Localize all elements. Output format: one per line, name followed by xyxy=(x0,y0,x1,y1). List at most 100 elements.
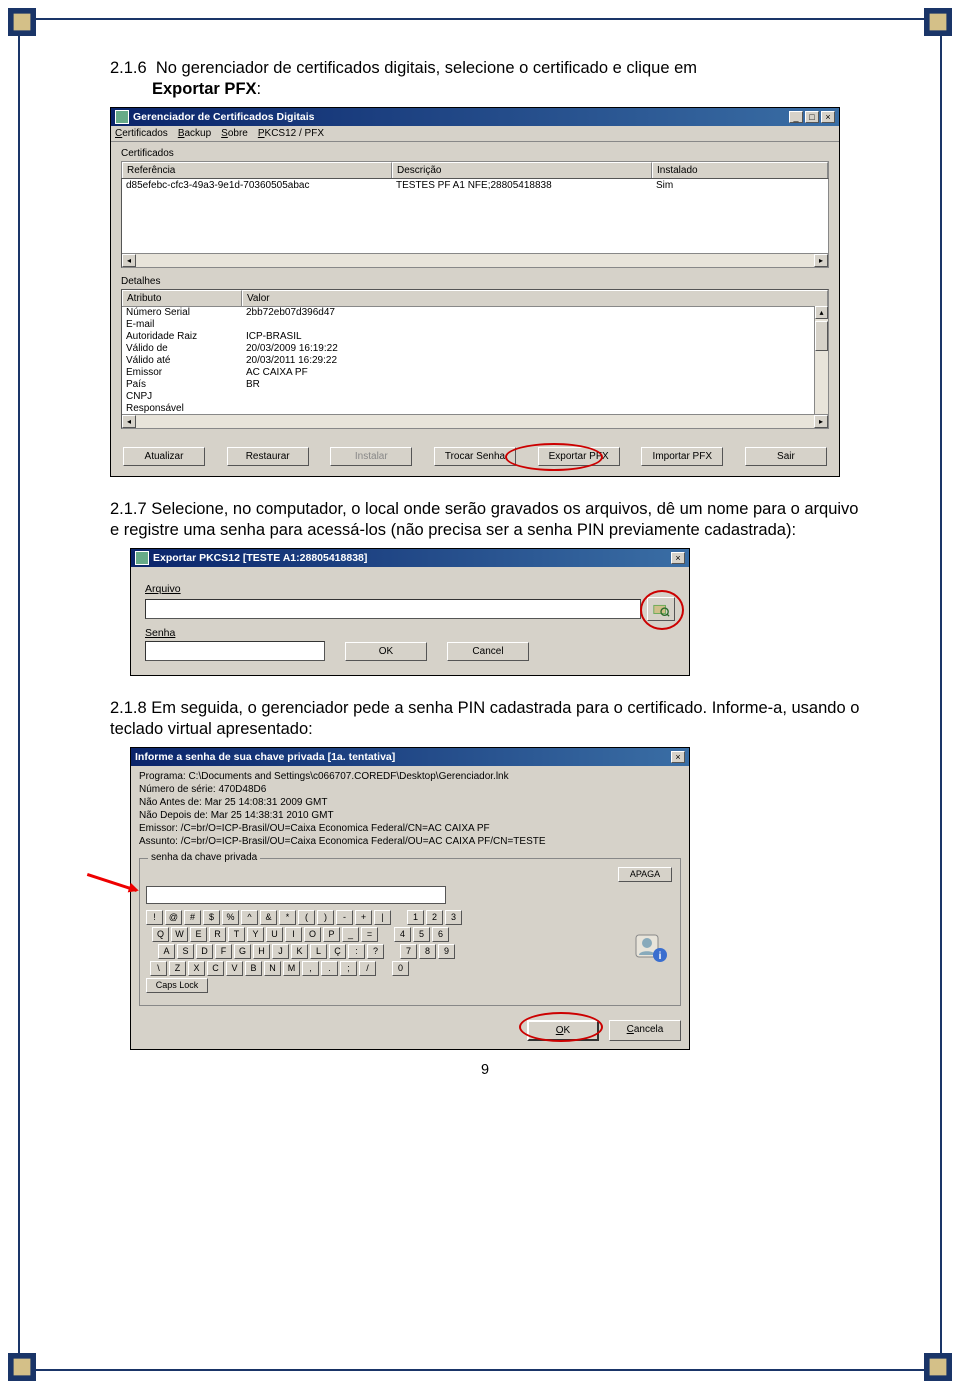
cancel-button[interactable]: Cancel xyxy=(447,642,529,661)
menu-sobre[interactable]: Sobre xyxy=(221,128,248,139)
numpad-key[interactable]: 0 xyxy=(392,961,409,976)
senha-input[interactable] xyxy=(145,641,325,661)
scrollbar-horizontal[interactable]: ◂ ▸ xyxy=(122,253,828,267)
keyboard-key[interactable]: ; xyxy=(340,961,357,976)
keyboard-key[interactable]: C xyxy=(207,961,224,976)
numpad-key[interactable]: 5 xyxy=(413,927,430,942)
keyboard-key[interactable]: Ç xyxy=(329,944,346,959)
details-list[interactable]: Atributo Valor Número Serial2bb72eb07d39… xyxy=(121,289,829,429)
scrollbar-vertical[interactable]: ▴ xyxy=(814,306,828,414)
table-row[interactable]: Válido até20/03/2011 16:29:22 xyxy=(122,355,828,367)
numpad-key[interactable]: 4 xyxy=(394,927,411,942)
keyboard-key[interactable]: N xyxy=(264,961,281,976)
keyboard-key[interactable]: ^ xyxy=(241,910,258,925)
keyboard-key[interactable]: Y xyxy=(247,927,264,942)
scroll-left-icon[interactable]: ◂ xyxy=(122,415,136,428)
keyboard-key[interactable]: J xyxy=(272,944,289,959)
table-row[interactable]: Autoridade RaizICP-BRASIL xyxy=(122,331,828,343)
scroll-right-icon[interactable]: ▸ xyxy=(814,254,828,267)
keyboard-key[interactable]: R xyxy=(209,927,226,942)
table-row[interactable]: Número Serial2bb72eb07d396d47 xyxy=(122,307,828,319)
keyboard-key[interactable]: \ xyxy=(150,961,167,976)
keyboard-key[interactable]: _ xyxy=(342,927,359,942)
titlebar[interactable]: Gerenciador de Certificados Digitais _ □… xyxy=(111,108,839,126)
keyboard-key[interactable]: ) xyxy=(317,910,334,925)
numpad-key[interactable]: 3 xyxy=(445,910,462,925)
keyboard-key[interactable]: W xyxy=(171,927,188,942)
restaurar-button[interactable]: Restaurar xyxy=(227,447,309,466)
keyboard-key[interactable]: . xyxy=(321,961,338,976)
keyboard-key[interactable]: O xyxy=(304,927,321,942)
scroll-thumb[interactable] xyxy=(815,321,828,351)
table-row[interactable]: CNPJ xyxy=(122,391,828,403)
keyboard-key[interactable]: V xyxy=(226,961,243,976)
table-row[interactable]: EmissorAC CAIXA PF xyxy=(122,367,828,379)
keyboard-key[interactable]: E xyxy=(190,927,207,942)
keyboard-key[interactable]: = xyxy=(361,927,378,942)
importar-pfx-button[interactable]: Importar PFX xyxy=(641,447,723,466)
keyboard-key[interactable]: $ xyxy=(203,910,220,925)
scroll-right-icon[interactable]: ▸ xyxy=(814,415,828,428)
col-instalado[interactable]: Instalado xyxy=(652,162,828,178)
keyboard-key[interactable]: T xyxy=(228,927,245,942)
titlebar[interactable]: Informe a senha de sua chave privada [1a… xyxy=(131,748,689,766)
keyboard-key[interactable]: B xyxy=(245,961,262,976)
keyboard-key[interactable]: I xyxy=(285,927,302,942)
numpad-key[interactable]: 2 xyxy=(426,910,443,925)
menu-certificados[interactable]: Certificados xyxy=(115,128,168,139)
maximize-button[interactable]: □ xyxy=(805,111,819,123)
col-referencia[interactable]: Referência xyxy=(122,162,392,178)
scrollbar-horizontal[interactable]: ◂ ▸ xyxy=(122,414,828,428)
keyboard-key[interactable]: * xyxy=(279,910,296,925)
numpad-key[interactable]: 8 xyxy=(419,944,436,959)
keyboard-key[interactable]: H xyxy=(253,944,270,959)
numpad-key[interactable]: 7 xyxy=(400,944,417,959)
keyboard-key[interactable]: % xyxy=(222,910,239,925)
pin-input[interactable] xyxy=(146,886,446,904)
keyboard-key[interactable]: U xyxy=(266,927,283,942)
keyboard-key[interactable]: A xyxy=(158,944,175,959)
trocar-senha-button[interactable]: Trocar Senha xyxy=(434,447,516,466)
keyboard-key[interactable]: P xyxy=(323,927,340,942)
keyboard-key[interactable]: | xyxy=(374,910,391,925)
scroll-up-icon[interactable]: ▴ xyxy=(815,306,828,319)
numpad-key[interactable]: 9 xyxy=(438,944,455,959)
keyboard-key[interactable]: K xyxy=(291,944,308,959)
keyboard-key[interactable]: ! xyxy=(146,910,163,925)
keyboard-key[interactable]: F xyxy=(215,944,232,959)
keyboard-key[interactable]: : xyxy=(348,944,365,959)
atualizar-button[interactable]: Atualizar xyxy=(123,447,205,466)
keyboard-key[interactable]: / xyxy=(359,961,376,976)
table-row[interactable]: Válido de20/03/2009 16:19:22 xyxy=(122,343,828,355)
close-button[interactable]: × xyxy=(671,751,685,763)
col-descricao[interactable]: Descrição xyxy=(392,162,652,178)
keyboard-key[interactable]: @ xyxy=(165,910,182,925)
close-button[interactable]: × xyxy=(671,552,685,564)
keyboard-key[interactable]: Q xyxy=(152,927,169,942)
numpad-key[interactable]: 6 xyxy=(432,927,449,942)
keyboard-key[interactable]: D xyxy=(196,944,213,959)
keyboard-key[interactable]: S xyxy=(177,944,194,959)
numpad-key[interactable]: 1 xyxy=(407,910,424,925)
keyboard-key[interactable]: G xyxy=(234,944,251,959)
sair-button[interactable]: Sair xyxy=(745,447,827,466)
keyboard-key[interactable]: - xyxy=(336,910,353,925)
cert-list[interactable]: d85efebc-cfc3-49a3-9e1d-70360505abac TES… xyxy=(121,178,829,268)
table-row[interactable]: d85efebc-cfc3-49a3-9e1d-70360505abac TES… xyxy=(122,179,828,192)
menu-backup[interactable]: Backup xyxy=(178,128,211,139)
table-row[interactable]: E-mail xyxy=(122,319,828,331)
keyboard-key[interactable]: ? xyxy=(367,944,384,959)
keyboard-key[interactable]: & xyxy=(260,910,277,925)
keyboard-key[interactable]: ( xyxy=(298,910,315,925)
keyboard-key[interactable]: + xyxy=(355,910,372,925)
keyboard-key[interactable]: Z xyxy=(169,961,186,976)
cancela-button[interactable]: Cancela xyxy=(609,1020,681,1041)
browse-button[interactable] xyxy=(647,597,675,621)
close-button[interactable]: × xyxy=(821,111,835,123)
col-valor[interactable]: Valor xyxy=(242,290,828,306)
titlebar[interactable]: Exportar PKCS12 [TESTE A1:28805418838] × xyxy=(131,549,689,567)
scroll-left-icon[interactable]: ◂ xyxy=(122,254,136,267)
arquivo-input[interactable] xyxy=(145,599,641,619)
keyboard-key[interactable]: X xyxy=(188,961,205,976)
apaga-key[interactable]: APAGA xyxy=(618,867,672,882)
